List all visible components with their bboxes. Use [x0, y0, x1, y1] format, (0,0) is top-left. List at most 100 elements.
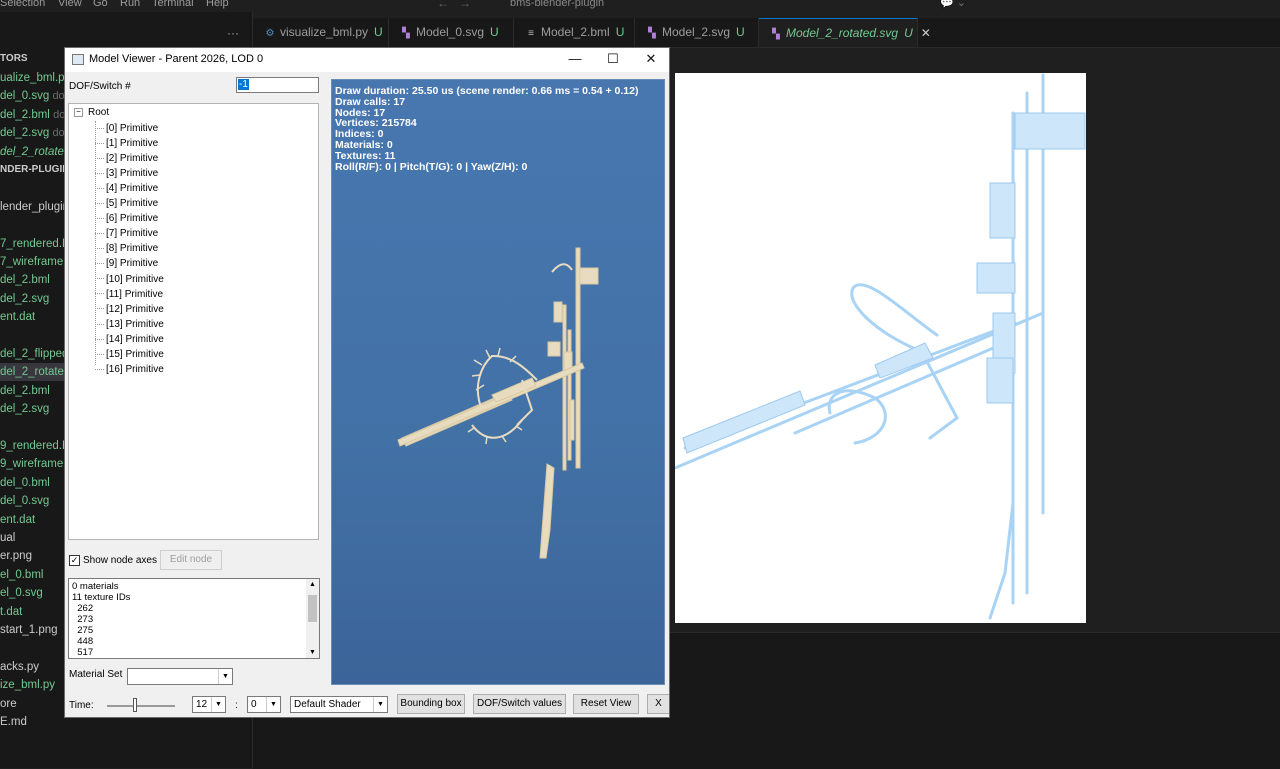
project-header[interactable]: NDER-PLUGIN: [0, 161, 69, 179]
open-editor-item[interactable]: ualize_bml.py: [0, 69, 70, 87]
file-tree-item[interactable]: del_2.svg: [0, 290, 49, 308]
menu-selection[interactable]: Selection: [0, 0, 45, 9]
minute-value: 0: [251, 699, 257, 710]
file-tree-item[interactable]: el_0.svg: [0, 584, 43, 602]
close-tab-icon[interactable]: ✕: [921, 26, 931, 40]
open-editor-item[interactable]: del_2_rotated.: [0, 143, 74, 161]
file-tree-item[interactable]: del_0.bml: [0, 474, 50, 492]
node-tree[interactable]: − Root [0] Primitive [1] Primitive [2] Prim…: [68, 103, 319, 540]
time-slider-track[interactable]: [107, 705, 175, 707]
file-tree-item[interactable]: acks.py: [0, 658, 39, 676]
tab-model-0-svg[interactable]: ▚ Model_0.svg U: [389, 18, 514, 47]
file-tree-item[interactable]: del_2.svg: [0, 400, 49, 418]
git-status-badge: U: [736, 25, 745, 39]
tree-item-primitive[interactable]: [6] Primitive: [95, 211, 158, 226]
minute-select[interactable]: 0 ▼: [247, 696, 281, 713]
file-hint: do: [52, 127, 65, 140]
file-tree-item[interactable]: t.dat: [0, 603, 22, 621]
tree-item-primitive[interactable]: [5] Primitive: [95, 196, 158, 211]
close-window-icon[interactable]: ✕: [633, 48, 669, 72]
rotated-airfield-outline: [673, 73, 1086, 620]
file-tree-item[interactable]: del_2_flipped.: [0, 345, 72, 363]
tree-item-primitive[interactable]: [0] Primitive: [95, 121, 158, 136]
hour-select[interactable]: 12 ▼: [192, 696, 226, 713]
file-tree-item[interactable]: start_1.png: [0, 621, 58, 639]
tree-item-primitive[interactable]: [13] Primitive: [95, 317, 164, 332]
tree-root[interactable]: − Root: [74, 107, 109, 118]
tree-item-primitive[interactable]: [15] Primitive: [95, 347, 164, 362]
file-tree-item[interactable]: E.md: [0, 713, 27, 731]
forward-arrow-icon[interactable]: →: [459, 0, 471, 10]
tab-model-2-rotated-svg[interactable]: ▚ Model_2_rotated.svg U ✕: [759, 18, 931, 47]
file-name: el_0.bml: [0, 568, 44, 581]
tree-item-primitive[interactable]: [9] Primitive: [95, 256, 158, 271]
shader-select[interactable]: Default Shader ▼: [290, 696, 388, 713]
time-slider-thumb[interactable]: [132, 698, 137, 712]
time-label: Time:: [69, 700, 94, 711]
file-tree-item[interactable]: ize_bml.py: [0, 676, 55, 694]
show-node-axes-label: Show node axes: [83, 555, 157, 566]
scroll-up-icon[interactable]: ▲: [309, 581, 316, 588]
open-editor-item[interactable]: del_2.svg do: [0, 124, 65, 142]
dof-switch-input[interactable]: -1: [236, 77, 319, 93]
collapse-icon[interactable]: −: [74, 107, 83, 117]
show-node-axes-checkbox[interactable]: ✓: [69, 555, 80, 566]
file-tree-item[interactable]: ual: [0, 529, 15, 547]
menu-view[interactable]: View: [58, 0, 82, 9]
open-editor-item[interactable]: del_0.svg do: [0, 87, 65, 105]
tab-label: Model_2.svg: [662, 25, 731, 39]
minimize-icon[interactable]: —: [557, 48, 593, 72]
tree-item-primitive[interactable]: [11] Primitive: [95, 287, 163, 302]
file-tree-item[interactable]: ent.dat: [0, 511, 35, 529]
file-name: del_2.bml: [0, 274, 50, 287]
scroll-down-icon[interactable]: ▼: [309, 649, 316, 656]
dof-switch-values-button[interactable]: DOF/Switch values: [473, 694, 566, 714]
tab-model-2-svg[interactable]: ▚ Model_2.svg U: [635, 18, 759, 47]
file-tree-item[interactable]: del_0.svg: [0, 492, 49, 510]
reset-view-button[interactable]: Reset View: [573, 694, 639, 714]
file-tree-item[interactable]: el_0.bml: [0, 566, 43, 584]
tree-item-primitive[interactable]: [14] Primitive: [95, 332, 164, 347]
tree-item-primitive[interactable]: [4] Primitive: [95, 181, 158, 196]
menu-go[interactable]: Go: [93, 0, 108, 9]
tree-item-label: [15] Primitive: [106, 348, 164, 360]
material-info-list[interactable]: 0 materials 11 texture IDs 262 273 275 44…: [68, 578, 320, 659]
tree-item-primitive[interactable]: [16] Primitive: [95, 362, 164, 377]
file-tree-item[interactable]: lender_plugin: [0, 198, 69, 216]
more-actions-icon[interactable]: ···: [227, 26, 239, 40]
tab-model-2-bml[interactable]: ≡ Model_2.bml U: [514, 18, 635, 47]
open-editor-item[interactable]: del_2.bml do: [0, 106, 65, 124]
maximize-icon[interactable]: ☐: [595, 48, 631, 72]
tree-item-primitive[interactable]: [10] Primitive: [95, 272, 164, 287]
close-viewer-button[interactable]: X: [647, 694, 669, 714]
viewer-titlebar[interactable]: Model Viewer - Parent 2026, LOD 0 — ☐ ✕: [65, 48, 669, 72]
bounding-box-button[interactable]: Bounding box: [397, 694, 465, 714]
tree-item-primitive[interactable]: [3] Primitive: [95, 166, 158, 181]
info-scroll-thumb[interactable]: [308, 595, 317, 622]
menu-help[interactable]: Help: [206, 0, 229, 9]
edit-node-button[interactable]: Edit node: [160, 550, 222, 570]
file-tree-item[interactable]: ore: [0, 695, 17, 713]
menu-run[interactable]: Run: [120, 0, 140, 9]
chevron-down-icon: ▼: [266, 697, 280, 712]
window-title[interactable]: bms-blender-plugin: [510, 0, 604, 9]
tree-item-primitive[interactable]: [12] Primitive: [95, 302, 164, 317]
file-tree-item[interactable]: del_2.bml: [0, 382, 50, 400]
file-name: del_2.svg: [0, 127, 50, 140]
tree-item-primitive[interactable]: [2] Primitive: [95, 151, 158, 166]
3d-viewport[interactable]: Draw duration: 25.50 us (scene render: 0…: [331, 79, 665, 685]
open-editors-header[interactable]: TORS: [0, 50, 28, 68]
file-tree-item[interactable]: del_2.bml: [0, 271, 50, 289]
back-arrow-icon[interactable]: ←: [437, 0, 449, 10]
tab-visualize-bml[interactable]: ⚙ visualize_bml.py U: [253, 18, 389, 47]
file-name: er.png: [0, 550, 32, 563]
tree-item-primitive[interactable]: [7] Primitive: [95, 226, 158, 241]
tree-item-primitive[interactable]: [8] Primitive: [95, 241, 158, 256]
file-tree-item[interactable]: er.png: [0, 547, 32, 565]
tree-item-primitive[interactable]: [1] Primitive: [95, 136, 158, 151]
chat-icon[interactable]: 💬 ⌄: [940, 0, 966, 9]
menu-terminal[interactable]: Terminal: [152, 0, 194, 9]
file-tree-item[interactable]: ent.dat: [0, 308, 35, 326]
material-set-select[interactable]: ▼: [127, 668, 233, 685]
tree-connector: [95, 263, 104, 265]
